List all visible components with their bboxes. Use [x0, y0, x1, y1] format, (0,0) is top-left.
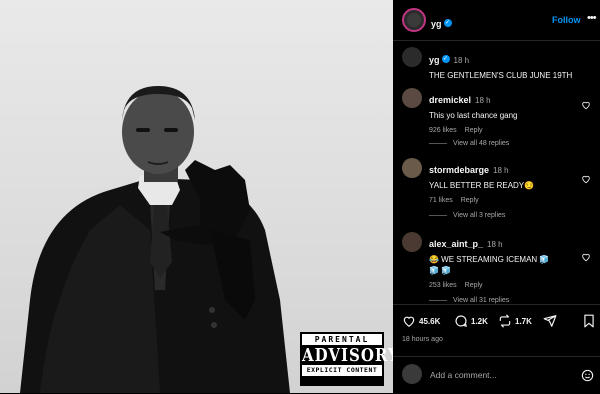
share-icon — [543, 315, 557, 327]
reply-button[interactable]: Reply — [461, 197, 479, 204]
comment-likes[interactable]: 253 likes — [429, 282, 457, 289]
post-header: yg ✓ Follow ••• — [393, 0, 600, 41]
comment-time: 18 h — [487, 240, 503, 249]
comment-likes[interactable]: 71 likes — [429, 197, 453, 204]
share-action[interactable] — [543, 314, 560, 328]
bookmark-icon — [584, 314, 594, 328]
add-comment-bar — [393, 356, 600, 394]
advisory-bottom-text: EXPLICIT CONTENT — [302, 365, 382, 376]
comment-time: 18 h — [493, 166, 509, 175]
comment-username[interactable]: alex_aint_p_ — [429, 239, 483, 249]
comment-count: 1.2K — [471, 316, 488, 326]
like-action[interactable]: 45.6K — [402, 314, 440, 328]
comment-likes[interactable]: 926 likes — [429, 127, 457, 134]
view-replies-text: View all 48 replies — [453, 140, 510, 147]
comment-text: This yo last chance gang — [429, 111, 518, 120]
reply-button[interactable]: Reply — [465, 127, 483, 134]
repost-count: 1.7K — [515, 316, 532, 326]
view-replies-button[interactable]: View all 31 replies — [429, 296, 509, 304]
comment-text: YALL BETTER BE READY😏 — [429, 181, 535, 190]
post-timestamp: 18 hours ago — [402, 336, 443, 343]
post-caption: yg ✓ 18 h THE GENTLEMEN'S CLUB JUNE 19TH — [429, 50, 594, 81]
view-replies-text: View all 3 replies — [453, 212, 506, 219]
like-count: 45.6K — [419, 316, 441, 326]
comment-text: 😂 WE STREAMING ICEMAN 🧊 — [429, 255, 550, 264]
repost-action[interactable]: 1.7K — [498, 314, 532, 328]
commenter-avatar[interactable] — [402, 232, 422, 252]
divider — [393, 304, 600, 305]
comment-time: 18 h — [475, 96, 491, 105]
comment-action[interactable]: 1.2K — [454, 314, 488, 328]
author-username[interactable]: yg — [431, 19, 442, 29]
repost-icon — [499, 314, 511, 328]
verified-icon: ✓ — [441, 54, 450, 63]
save-action[interactable] — [583, 314, 598, 328]
advisory-middle-text: ADVISORY — [302, 344, 393, 366]
view-replies-button[interactable]: View all 48 replies — [429, 140, 509, 147]
comment-item: dremickel 18 h This yo last chance gang 9… — [429, 90, 579, 134]
commenter-avatar[interactable] — [402, 88, 422, 108]
reply-button[interactable]: Reply — [465, 282, 483, 289]
caption-time: 18 h — [453, 56, 470, 65]
heart-icon[interactable] — [581, 100, 591, 110]
post-panel: yg ✓ Follow ••• yg ✓ 18 h THE GENTLEMEN'S C… — [393, 0, 600, 393]
heart-icon — [403, 316, 415, 327]
comment-username[interactable]: stormdebarge — [429, 165, 489, 175]
view-replies-text: View all 31 replies — [453, 296, 510, 304]
post-image[interactable]: PARENTAL ADVISORY EXPLICIT CONTENT — [0, 0, 393, 393]
comment-input[interactable] — [430, 368, 570, 382]
caption-avatar[interactable] — [402, 47, 422, 67]
heart-icon[interactable] — [581, 252, 591, 262]
comment-icon — [455, 315, 467, 327]
comment-item: stormdebarge 18 h YALL BETTER BE READY😏 7… — [429, 160, 579, 204]
author-avatar[interactable] — [402, 8, 426, 32]
commenter-avatar[interactable] — [402, 158, 422, 178]
current-user-avatar — [402, 364, 422, 384]
follow-button[interactable]: Follow — [552, 15, 581, 25]
action-bar: 45.6K 1.2K 1.7K — [393, 310, 600, 334]
view-replies-button[interactable]: View all 3 replies — [429, 212, 505, 219]
comment-item: alex_aint_p_ 18 h 😂 WE STREAMING ICEMAN 🧊… — [429, 234, 579, 289]
heart-icon[interactable] — [581, 174, 591, 184]
caption-text: THE GENTLEMEN'S CLUB JUNE 19TH — [429, 71, 573, 80]
comment-text-continued: 🧊 🧊 — [429, 266, 452, 275]
caption-username[interactable]: yg — [429, 55, 440, 65]
emoji-icon[interactable] — [581, 369, 594, 382]
comment-username[interactable]: dremickel — [429, 95, 471, 105]
verified-icon: ✓ — [443, 18, 452, 27]
parental-advisory-label: PARENTAL ADVISORY EXPLICIT CONTENT — [300, 332, 393, 386]
more-icon[interactable]: ••• — [587, 12, 597, 24]
